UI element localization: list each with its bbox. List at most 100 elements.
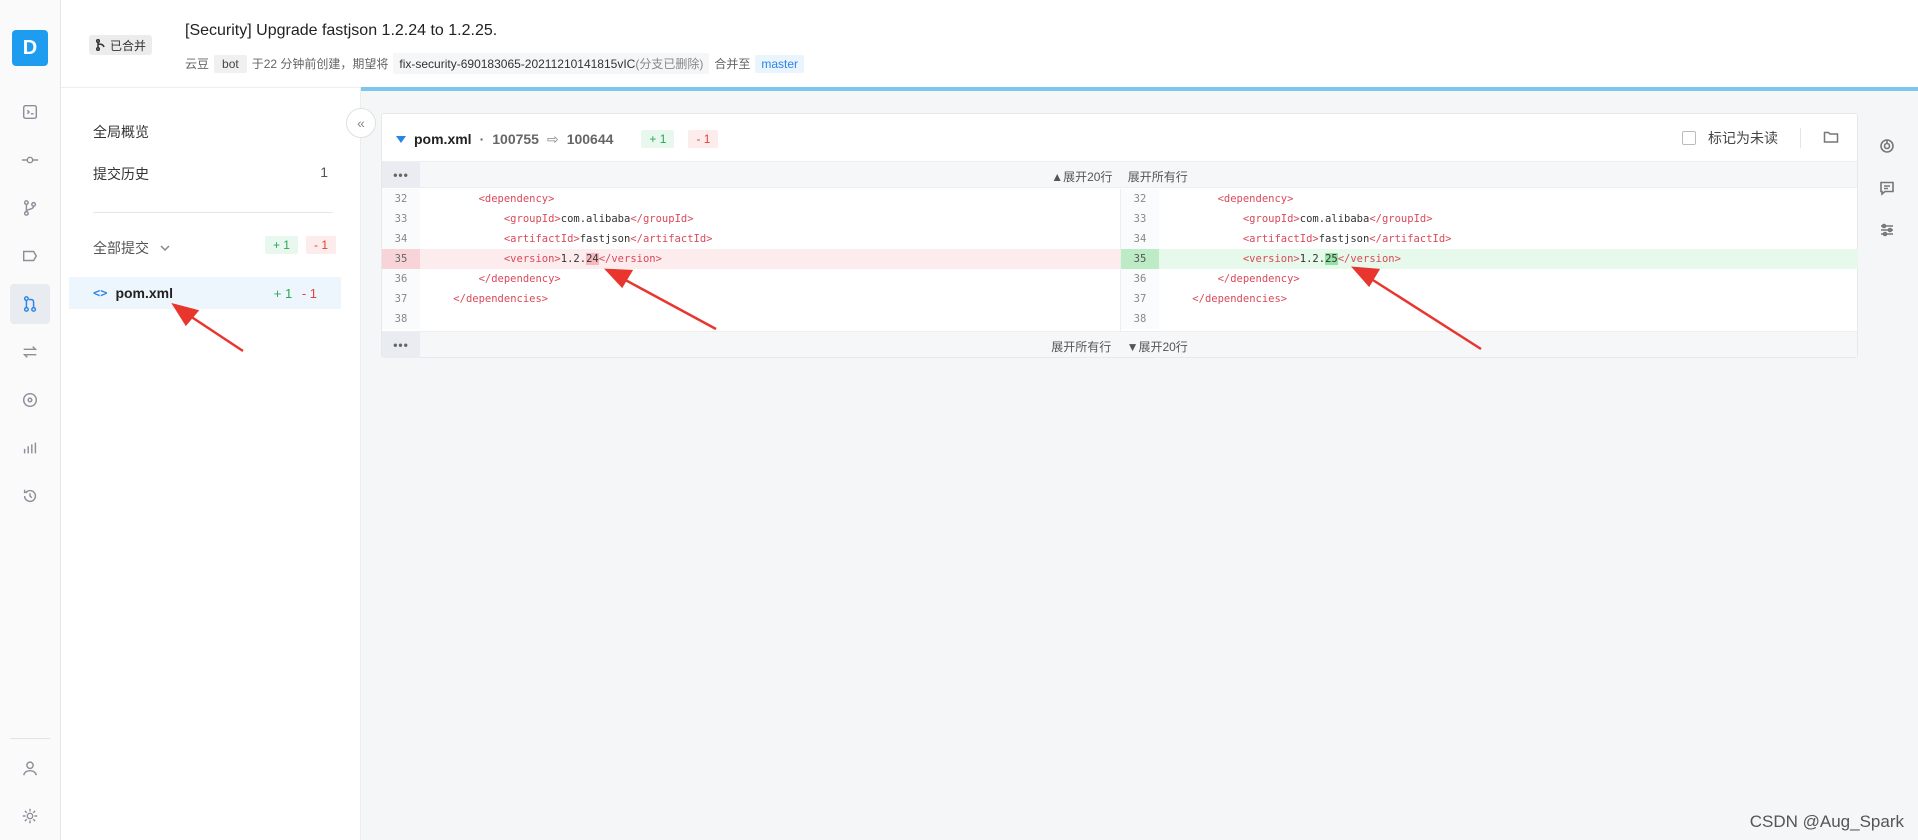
code-token: <version> [1242,253,1300,265]
code-token: <groupId> [503,213,561,225]
pipeline-icon[interactable] [10,380,50,420]
file-code-icon: <> [93,286,108,300]
user-icon[interactable] [10,748,50,788]
comment-icon[interactable] [1876,177,1898,199]
left-code-line: 37 </dependencies> [382,289,1120,309]
left-code-line: 38 [382,309,1120,329]
reviewer-icon[interactable] [1876,135,1898,157]
code-token: 1.2. [1299,253,1326,265]
line-number[interactable]: 36 [1121,269,1159,289]
new-file-mode: 100644 [566,131,614,147]
line-number[interactable]: 33 [382,209,420,229]
target-branch[interactable]: master [755,54,805,73]
mark-unread-checkbox[interactable] [1682,131,1696,145]
line-number[interactable]: 32 [382,189,420,209]
source-branch[interactable]: fix-security-690183065-20211210141815vIC… [393,53,710,74]
chevron-down-icon [160,245,170,252]
history-icon[interactable] [10,476,50,516]
settings-icon[interactable] [10,796,50,836]
sidebar-item-overview[interactable]: 全局概览 [93,122,149,142]
file-stats: + 1 - 1 [274,286,317,301]
compare-icon[interactable] [10,332,50,372]
file-name: pom.xml [115,285,174,301]
line-number[interactable]: 32 [1121,189,1159,209]
project-avatar[interactable]: D [12,30,48,66]
code-token: fastjson [579,233,631,245]
line-number[interactable]: 35 [1121,249,1159,269]
file-list-item[interactable]: <> pom.xml + 1 - 1 [69,277,341,309]
code-text: <version>1.2.24</version> [420,249,662,269]
mark-unread-label[interactable]: 标记为未读 [1708,128,1778,148]
filter-icon[interactable] [1876,219,1898,241]
code-token: <groupId> [1242,213,1300,225]
code-token: </dependency> [1217,273,1300,285]
commit-icon[interactable] [10,140,50,180]
merge-request-icon[interactable] [10,284,50,324]
code-token: <dependency> [478,193,555,205]
code-text: <dependency> [420,189,555,209]
code-token: <artifactId> [503,233,580,245]
line-number[interactable]: 36 [382,269,420,289]
code-token: </version> [598,253,662,265]
file-additions: + 1 [273,285,293,301]
file-deletions: - 1 [301,285,317,301]
code-text: <groupId>com.alibaba</groupId> [420,209,694,229]
code-text: </dependencies> [420,289,548,309]
collapse-file-toggle-icon[interactable] [396,135,406,143]
expand-up-20-link[interactable]: ▲展开20行 [1051,170,1112,184]
changed-token: 24 [586,253,599,265]
merge-request-header: 已合并 [Security] Upgrade fastjson 1.2.24 t… [61,0,1918,88]
line-number[interactable]: 37 [382,289,420,309]
sidebar-divider [93,212,333,213]
additions-badge: + 1 [264,236,298,254]
code-token: </dependencies> [1192,293,1288,305]
tag-icon[interactable] [10,236,50,276]
code-token: <version> [503,253,561,265]
right-code-line: 34 <artifactId>fastjson</artifactId> [1121,229,1858,249]
deletions-badge: - 1 [305,236,336,254]
merge-request-meta: 云豆 bot 于22 分钟前创建，期望将 fix-security-690183… [185,53,805,74]
right-code-line: 37 </dependencies> [1121,289,1858,309]
stats-icon[interactable] [10,428,50,468]
history-count: 1 [320,164,328,180]
code-text: <artifactId>fastjson</artifactId> [1159,229,1452,249]
changed-token: 25 [1325,253,1338,265]
line-number[interactable]: 38 [1121,309,1159,329]
left-code-line: 35 <version>1.2.24</version> [382,249,1120,269]
line-number[interactable]: 34 [1121,229,1159,249]
code-text: <dependency> [1159,189,1294,209]
line-number[interactable]: 35 [382,249,420,269]
sidebar-item-history[interactable]: 提交历史 [93,164,149,184]
branch-icon[interactable] [10,188,50,228]
expand-all-top-link[interactable]: 展开所有行 [1128,170,1188,184]
old-file-mode: 100755 [492,131,539,147]
left-code-line: 34 <artifactId>fastjson</artifactId> [382,229,1120,249]
expand-down-20-link[interactable]: ▼展开20行 [1127,340,1188,354]
line-number[interactable]: 37 [1121,289,1159,309]
code-token: 1.2. [560,253,587,265]
collapse-sidebar-button[interactable]: « [346,108,376,138]
folder-icon[interactable] [1823,129,1839,148]
header-divider [1800,128,1801,148]
line-number[interactable]: 34 [382,229,420,249]
code-icon[interactable] [10,92,50,132]
diff-file-header: pom.xml · 100755 ⇨ 100644 + 1 - 1 标记为未读 [382,114,1857,162]
merge-to-text: 合并至 [714,57,751,71]
expand-row-bottom: ••• 展开所有行 ▼展开20行 [382,331,1857,358]
author-name[interactable]: 云豆 [185,55,209,72]
code-token: <artifactId> [1242,233,1319,245]
all-commits-dropdown[interactable]: 全部提交 [93,238,171,258]
line-number[interactable]: 38 [382,309,420,329]
file-diff-panel: pom.xml · 100755 ⇨ 100644 + 1 - 1 标记为未读 … [381,113,1858,358]
expand-all-bottom-link[interactable]: 展开所有行 [1051,340,1111,354]
line-number[interactable]: 33 [1121,209,1159,229]
code-token: <dependency> [1217,193,1294,205]
